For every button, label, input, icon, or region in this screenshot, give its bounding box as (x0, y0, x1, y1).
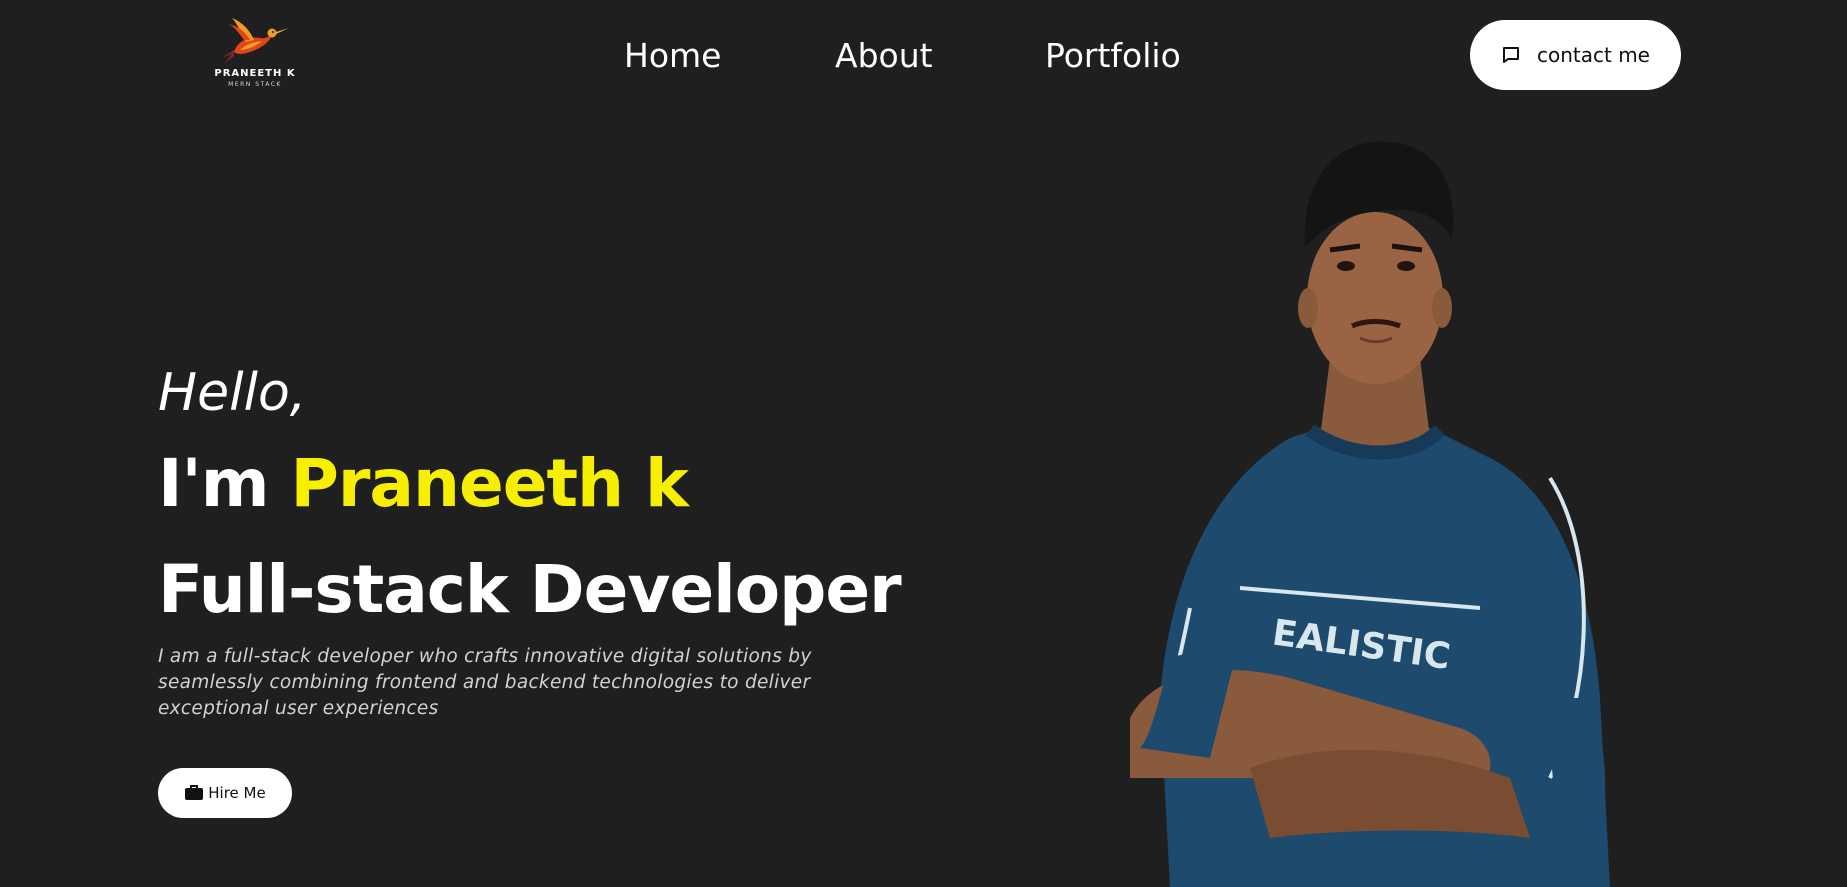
nav-home-link[interactable]: Home (624, 32, 835, 80)
profile-photo: EALISTIC (1130, 141, 1610, 887)
logo-subtitle: MERN STACK (228, 81, 282, 88)
hire-me-label: Hire Me (208, 784, 266, 802)
landing-page: PRANEETH K MERN STACK Home About Portfol… (0, 0, 1847, 887)
main-nav: Home About Portfolio (624, 32, 1225, 80)
hero-role: Full-stack Developer (158, 551, 902, 628)
hero-headline: I'm Praneeth k (158, 442, 689, 526)
contact-button[interactable]: contact me (1470, 20, 1681, 90)
nav-portfolio-link[interactable]: Portfolio (1045, 32, 1225, 80)
hero-name: Praneeth k (290, 445, 689, 522)
nav-about-link[interactable]: About (835, 32, 1045, 80)
chat-icon (1503, 47, 1519, 63)
greeting: Hello, (158, 363, 307, 423)
contact-button-label: contact me (1537, 43, 1650, 67)
site-logo[interactable]: PRANEETH K MERN STACK (210, 16, 300, 94)
hero-description: I am a full-stack developer who crafts i… (158, 646, 812, 719)
hummingbird-icon (222, 18, 289, 64)
hire-me-button[interactable]: Hire Me (158, 768, 292, 818)
intro-prefix: I'm (158, 445, 291, 522)
briefcase-icon (185, 785, 204, 800)
logo-name: PRANEETH K (214, 68, 296, 79)
